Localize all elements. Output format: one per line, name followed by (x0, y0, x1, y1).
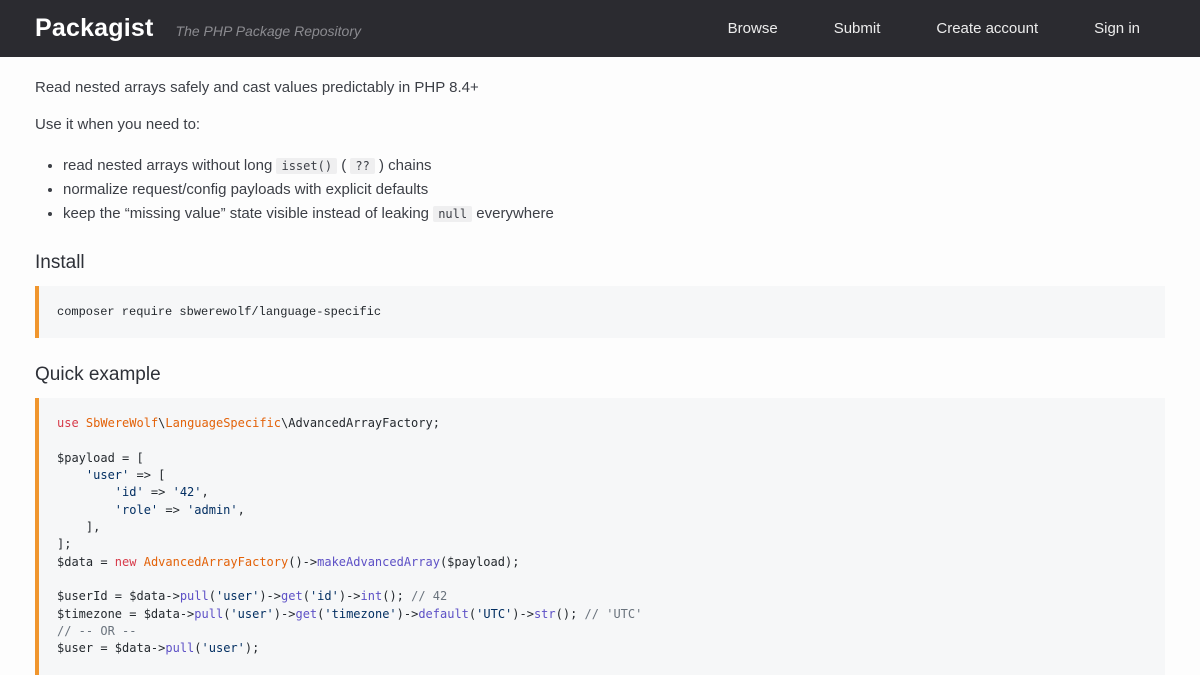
readme-content: Read nested arrays safely and cast value… (0, 57, 1200, 675)
install-code-block: composer require sbwerewolf/language-spe… (35, 286, 1165, 338)
nav-create-account[interactable]: Create account (936, 20, 1038, 37)
nav-browse[interactable]: Browse (728, 20, 778, 37)
code-line: $user = $data->pull('user'); (57, 640, 1147, 657)
code-line: $timezone = $data->pull('user')->get('ti… (57, 606, 1147, 623)
install-command: composer require sbwerewolf/language-spe… (57, 305, 381, 319)
code-line: 'user' => [ (57, 467, 1147, 484)
site-tagline: The PHP Package Repository (176, 23, 361, 39)
nav-submit[interactable]: Submit (834, 20, 881, 37)
brand-area: Packagist The PHP Package Repository (35, 14, 361, 43)
use-case-item: normalize request/config payloads with e… (63, 178, 1165, 202)
code-line (57, 433, 1147, 450)
inline-code: isset() (276, 158, 337, 174)
inline-code: ?? (350, 158, 374, 174)
code-line (57, 657, 1147, 674)
example-code-block: use SbWereWolf\LanguageSpecific\Advanced… (35, 398, 1165, 675)
code-line: use SbWereWolf\LanguageSpecific\Advanced… (57, 415, 1147, 432)
use-when-paragraph: Use it when you need to: (35, 117, 1165, 133)
code-line: $data = new AdvancedArrayFactory()->make… (57, 554, 1147, 571)
use-case-item: read nested arrays without long isset() … (63, 154, 1165, 178)
code-line: 'role' => 'admin', (57, 502, 1147, 519)
top-navbar: Packagist The PHP Package Repository Bro… (0, 0, 1200, 57)
use-case-item: keep the “missing value” state visible i… (63, 202, 1165, 226)
code-line (57, 571, 1147, 588)
quick-example-heading: Quick example (35, 364, 1165, 386)
code-line: $userId = $data->pull('user')->get('id')… (57, 588, 1147, 605)
code-line: ]; (57, 536, 1147, 553)
code-line: $payload = [ (57, 450, 1147, 467)
main-nav: Browse Submit Create account Sign in (728, 20, 1165, 37)
install-heading: Install (35, 252, 1165, 274)
inline-code: null (433, 206, 472, 222)
code-line: ], (57, 519, 1147, 536)
nav-sign-in[interactable]: Sign in (1094, 20, 1140, 37)
intro-paragraph: Read nested arrays safely and cast value… (35, 80, 1165, 96)
code-line: // -- OR -- (57, 623, 1147, 640)
use-case-list: read nested arrays without long isset() … (63, 154, 1165, 226)
packagist-logo[interactable]: Packagist (35, 14, 154, 43)
code-line: 'id' => '42', (57, 484, 1147, 501)
